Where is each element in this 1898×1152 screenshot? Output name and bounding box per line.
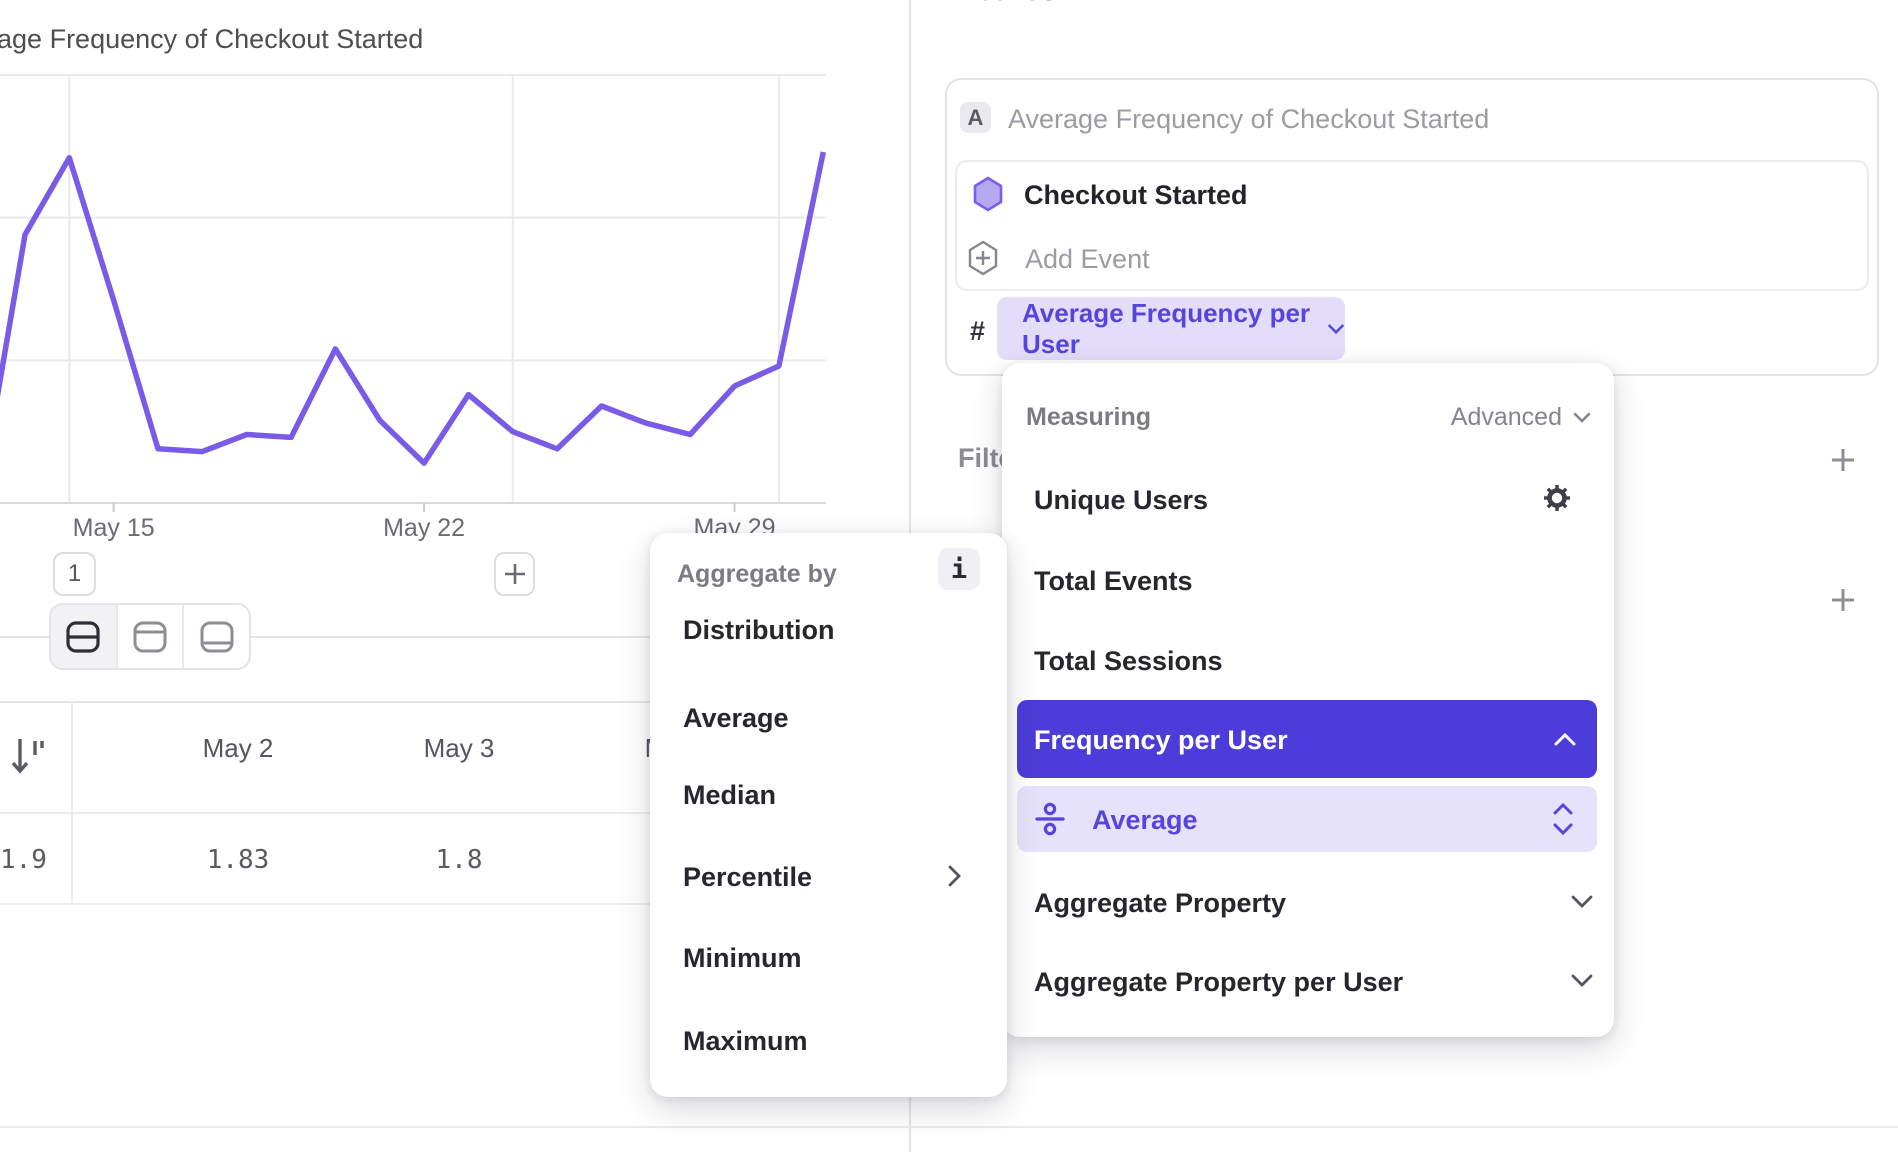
advanced-label: Advanced [1451,403,1562,432]
advanced-dropdown[interactable]: Advanced [1451,403,1592,432]
menu-item-minimum[interactable]: Minimum [683,943,802,974]
header-row-icon [131,620,169,654]
view-split-rows-button[interactable] [51,605,116,668]
menu-item-frequency-per-user[interactable]: Frequency per User [1017,700,1597,778]
aggregate-by-popover: Aggregate by i Distribution Average Medi… [650,533,1007,1097]
chevron-right-icon [946,864,962,888]
metric-letter-badge: A [960,102,991,133]
menu-item-total-sessions[interactable]: Total Sessions [1034,646,1223,677]
sort-button[interactable] [10,733,46,779]
chart-line-series[interactable] [0,152,823,494]
view-toggle [49,603,251,670]
menu-item-aggregate-property-per-user[interactable]: Aggregate Property per User [1034,967,1403,998]
up-down-chevron-icon [1551,801,1575,837]
add-event-button[interactable]: Add Event [1025,244,1150,275]
footer-row-icon [198,620,236,654]
metrics-heading: Metrics [952,0,1057,8]
menu-item-aggregate-property[interactable]: Aggregate Property [1034,888,1286,919]
selected-label: Frequency per User [1034,725,1288,756]
menu-item-unique-users[interactable]: Unique Users [1034,485,1208,516]
number-format-symbol: # [970,316,985,347]
info-button[interactable]: i [938,548,980,590]
add-event-hexagon-icon [967,240,999,276]
chevron-down-icon [1570,894,1594,910]
table-column-divider [71,701,73,903]
aggregate-by-label: Aggregate by [677,560,837,589]
bottom-border [0,1126,1898,1128]
split-rows-icon [64,620,102,654]
event-hexagon-icon [972,176,1004,212]
add-breakdown-button[interactable] [1829,586,1857,614]
chevron-down-icon [1572,411,1592,425]
menu-item-median[interactable]: Median [683,780,776,811]
pagination-badge[interactable]: 1 [53,552,96,596]
plus-icon [1829,446,1857,474]
average-divide-icon [1034,802,1066,836]
measuring-label: Measuring [1026,403,1151,432]
plus-icon [502,561,528,587]
sub-selected-label: Average [1092,805,1198,836]
event-name[interactable]: Checkout Started [1024,180,1248,211]
plus-icon [1829,586,1857,614]
menu-item-maximum[interactable]: Maximum [683,1026,808,1057]
line-chart-svg [0,0,830,516]
menu-item-total-events[interactable]: Total Events [1034,566,1193,597]
measurement-label: Average Frequency per User [1022,298,1311,360]
menu-item-average[interactable]: Average [683,703,789,734]
view-footer-button[interactable] [182,605,249,668]
chevron-up-icon [1553,731,1577,747]
table-cell-may2: 1.83 [138,845,338,875]
table-header-may2[interactable]: May 2 [138,733,338,764]
view-header-button[interactable] [116,605,183,668]
chevron-down-icon [1327,321,1345,337]
metric-title[interactable]: Average Frequency of Checkout Started [1008,104,1489,135]
gear-icon[interactable] [1542,483,1572,513]
measuring-popover: Measuring Advanced Unique Users Total Ev… [1002,363,1614,1037]
menu-item-average[interactable]: Average [1017,786,1597,852]
x-axis-label: May 22 [354,514,494,543]
add-chart-button[interactable] [494,552,535,596]
x-axis-label: May 15 [44,514,184,543]
line-chart [0,0,830,516]
menu-item-percentile[interactable]: Percentile [683,862,812,893]
sort-descending-icon [10,733,46,779]
add-filter-button[interactable] [1829,446,1857,474]
table-cell-clipped-left: 1.9 [0,845,46,875]
chevron-down-icon [1570,973,1594,989]
table-header-may3[interactable]: May 3 [359,733,559,764]
menu-item-distribution[interactable]: Distribution [683,615,834,646]
table-cell-may3: 1.8 [359,845,559,875]
measurement-dropdown[interactable]: Average Frequency per User [997,297,1345,360]
